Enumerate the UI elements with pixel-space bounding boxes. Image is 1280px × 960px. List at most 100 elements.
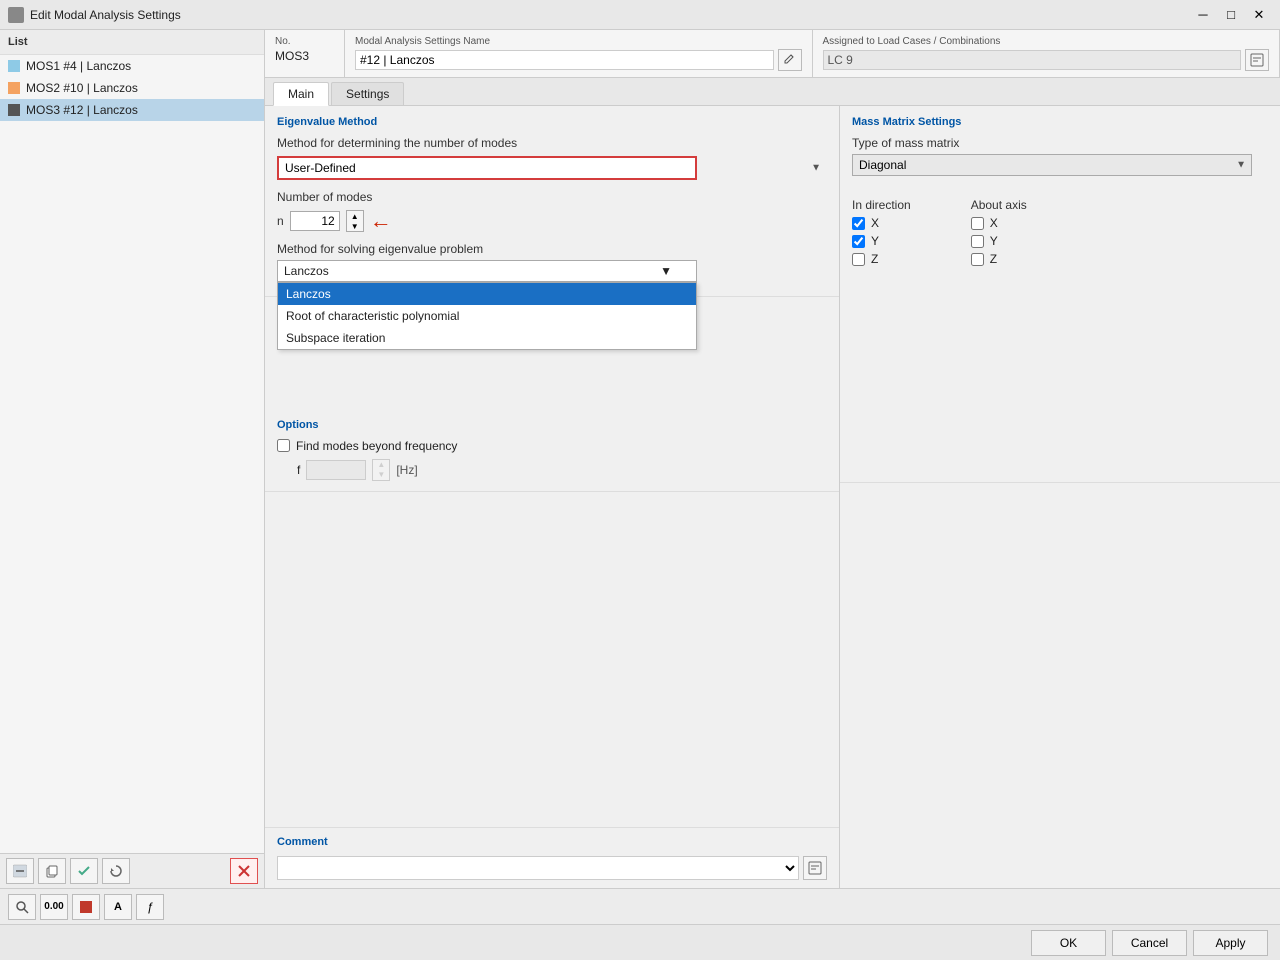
left-col: Eigenvalue Method Method for determining… (265, 106, 840, 888)
refresh-button[interactable] (102, 858, 130, 884)
edit-name-button[interactable] (778, 49, 802, 71)
axis-z-checkbox[interactable] (971, 253, 984, 266)
find-modes-checkbox[interactable] (277, 439, 290, 452)
right-empty-top (840, 280, 1280, 483)
comment-edit-button[interactable] (803, 856, 827, 880)
frequency-input[interactable] (306, 460, 366, 480)
assigned-cell: Assigned to Load Cases / Combinations LC… (813, 30, 1280, 77)
toolbar-color-button[interactable] (72, 894, 100, 920)
title-bar: Edit Modal Analysis Settings ─ □ ✕ (0, 0, 1280, 30)
toolbar-color-icon (80, 901, 92, 913)
sidebar-item-mos1-label: MOS1 #4 | Lanczos (26, 59, 131, 73)
red-arrow-icon: ← (370, 208, 392, 234)
dir-x-checkbox[interactable] (852, 217, 865, 230)
mass-type-dropdown[interactable]: Diagonal Consistent (852, 154, 1252, 176)
axis-z-row: Z (971, 252, 1027, 266)
axis-x-checkbox[interactable] (971, 217, 984, 230)
num-modes-label: Number of modes (277, 190, 827, 204)
solve-option-lanczos[interactable]: Lanczos (278, 283, 696, 305)
freq-up-button[interactable]: ▲ (373, 460, 389, 470)
comment-dropdown[interactable] (277, 856, 799, 880)
sidebar: List MOS1 #4 | Lanczos MOS2 #10 | Lanczo… (0, 30, 265, 888)
toolbar-search-button[interactable] (8, 894, 36, 920)
freq-spinners: ▲ ▼ (372, 459, 390, 481)
num-modes-row: n ▲ ▼ ← (277, 208, 827, 234)
freq-down-button[interactable]: ▼ (373, 470, 389, 480)
tabs-bar: Main Settings (265, 78, 1280, 106)
name-input[interactable] (355, 50, 774, 70)
toolbar-function-button[interactable]: ƒ (136, 894, 164, 920)
dir-z-checkbox[interactable] (852, 253, 865, 266)
f-label: f (297, 463, 300, 477)
axis-x-label: X (990, 216, 998, 230)
solve-option-root[interactable]: Root of characteristic polynomial (278, 305, 696, 327)
toolbar-value-button[interactable]: 0.00 (40, 894, 68, 920)
method-dropdown[interactable]: User-Defined Automatic (277, 156, 697, 180)
dir-y-checkbox[interactable] (852, 235, 865, 248)
axis-y-checkbox[interactable] (971, 235, 984, 248)
tab-settings[interactable]: Settings (331, 82, 404, 105)
options-title: Options (277, 419, 827, 431)
toolbar-value-label: 0.00 (44, 901, 63, 912)
toolbar-font-button[interactable]: A (104, 894, 132, 920)
no-label: No. (275, 36, 334, 47)
maximize-button[interactable]: □ (1218, 4, 1244, 26)
sidebar-item-mos2-label: MOS2 #10 | Lanczos (26, 81, 138, 95)
footer: OK Cancel Apply (0, 924, 1280, 960)
n-spinners: ▲ ▼ (346, 210, 364, 232)
about-axis-group: About axis X Y (971, 198, 1027, 270)
frequency-row: f ▲ ▼ [Hz] (297, 459, 827, 481)
assigned-label: Assigned to Load Cases / Combinations (823, 36, 1270, 47)
n-up-button[interactable]: ▲ (347, 211, 363, 221)
right-panel: No. MOS3 Modal Analysis Settings Name As… (265, 30, 1280, 888)
method-field-row: Method for determining the number of mod… (277, 136, 827, 150)
solve-option-subspace[interactable]: Subspace iteration (278, 327, 696, 349)
tab-content: Eigenvalue Method Method for determining… (265, 106, 1280, 888)
method-dropdown-arrow: ▼ (811, 163, 821, 174)
sidebar-item-mos2[interactable]: MOS2 #10 | Lanczos (0, 77, 264, 99)
sidebar-item-mos3-label: MOS3 #12 | Lanczos (26, 103, 138, 117)
cancel-button[interactable]: Cancel (1112, 930, 1187, 956)
solve-dropdown-list: Lanczos Root of characteristic polynomia… (277, 282, 697, 350)
n-down-button[interactable]: ▼ (347, 221, 363, 231)
name-cell: Modal Analysis Settings Name (345, 30, 813, 77)
find-modes-row: Find modes beyond frequency (277, 439, 827, 453)
right-empty-bottom (840, 483, 1280, 888)
axis-z-label: Z (990, 252, 997, 266)
ok-button[interactable]: OK (1031, 930, 1106, 956)
solve-method-label: Method for solving eigenvalue problem (277, 242, 827, 256)
sidebar-footer (0, 853, 264, 888)
axis-x-row: X (971, 216, 1027, 230)
toolbar-function-label: ƒ (147, 900, 154, 914)
tab-main[interactable]: Main (273, 82, 329, 106)
find-modes-label: Find modes beyond frequency (296, 439, 457, 453)
minimize-button[interactable]: ─ (1190, 4, 1216, 26)
delete-button[interactable] (230, 858, 258, 884)
sidebar-item-mos1[interactable]: MOS1 #4 | Lanczos (0, 55, 264, 77)
close-button[interactable]: ✕ (1246, 4, 1272, 26)
edit-assigned-button[interactable] (1245, 49, 1269, 71)
solve-selected-text: Lanczos (284, 264, 329, 278)
dir-y-row: Y (852, 234, 911, 248)
left-empty-bottom (265, 492, 839, 827)
mos1-color-dot (8, 60, 20, 72)
add-item-button[interactable] (6, 858, 34, 884)
mass-matrix-section: Mass Matrix Settings Type of mass matrix… (840, 106, 1280, 280)
dir-x-label: X (871, 216, 879, 230)
eigenvalue-section: Eigenvalue Method Method for determining… (265, 106, 839, 297)
sidebar-item-mos3[interactable]: MOS3 #12 | Lanczos (0, 99, 264, 121)
window-title: Edit Modal Analysis Settings (30, 8, 181, 22)
options-section: Options Find modes beyond frequency f ▲ … (265, 409, 839, 492)
apply-button[interactable]: Apply (1193, 930, 1268, 956)
mass-type-label: Type of mass matrix (852, 136, 1268, 150)
solve-dropdown-selected[interactable]: Lanczos ▼ (277, 260, 697, 282)
check-button[interactable] (70, 858, 98, 884)
sidebar-header: List (0, 30, 264, 55)
dir-z-label: Z (871, 252, 878, 266)
eigenvalue-title: Eigenvalue Method (277, 116, 827, 128)
solve-dropdown-arrow: ▼ (660, 264, 672, 278)
dir-x-row: X (852, 216, 911, 230)
comment-title: Comment (277, 836, 827, 848)
n-value-input[interactable] (290, 211, 340, 231)
copy-item-button[interactable] (38, 858, 66, 884)
